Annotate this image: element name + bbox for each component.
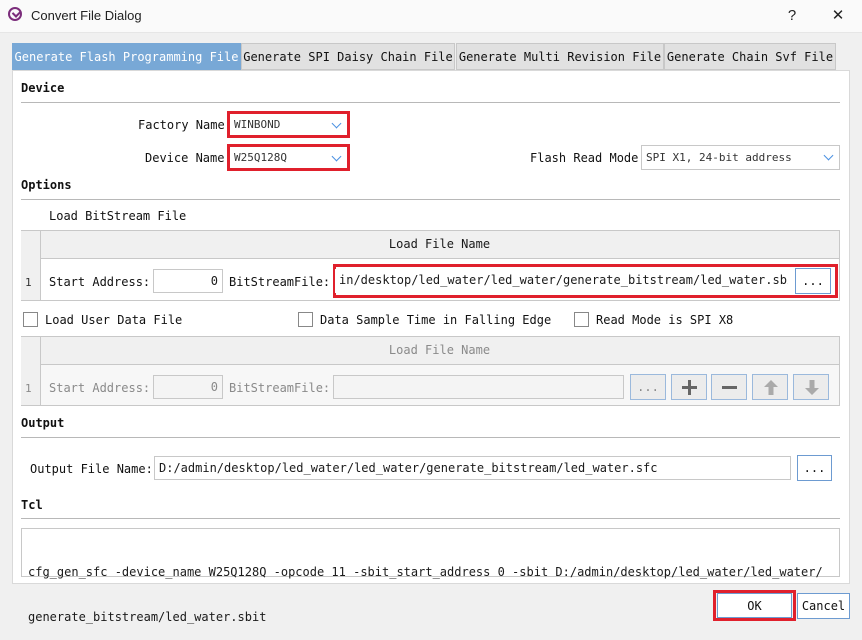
output-browse-button[interactable]: ... [797,455,832,481]
factory-name-select[interactable]: WINBOND [227,111,350,138]
user-data-grid-header: Load File Name [40,337,839,365]
close-button[interactable]: ✕ [822,4,854,28]
tcl-section-title: Tcl [21,498,43,512]
user-browse-button[interactable]: ... [630,374,666,400]
tcl-divider [21,518,840,519]
user-start-address-input[interactable]: 0 [153,375,223,399]
flash-read-mode-label: Flash Read Mode [530,151,639,165]
read-mode-x8-label: Read Mode is SPI X8 [596,313,734,327]
window-title: Convert File Dialog [31,8,142,23]
data-sample-checkbox[interactable] [298,312,313,327]
user-start-address-label: Start Address: [49,381,151,395]
remove-row-button[interactable] [711,374,747,400]
flash-read-mode-select[interactable]: SPI X1, 24-bit address [641,145,840,170]
factory-name-value: WINBOND [234,118,281,131]
tab-generate-chain-svf-file[interactable]: Generate Chain Svf File [664,43,836,70]
bitstream-row-number: 1 [25,276,32,289]
load-user-data-checkbox[interactable] [23,312,38,327]
read-mode-x8-checkbox[interactable] [574,312,589,327]
start-address-input[interactable]: 0 [153,269,223,293]
device-divider [21,102,840,103]
tab-generate-spi-daisy-chain-file[interactable]: Generate SPI Daisy Chain File [241,43,455,70]
user-row-number: 1 [25,382,32,395]
options-section-title: Options [21,178,72,192]
bitstream-file-input[interactable]: in/desktop/led_water/led_water/generate_… [335,269,788,293]
arrow-up-icon [764,380,778,395]
tab-generate-multi-revision-file[interactable]: Generate Multi Revision File [456,43,664,70]
data-sample-label: Data Sample Time in Falling Edge [320,313,552,327]
options-divider [21,199,840,200]
tcl-command-line-1: cfg_gen_sfc -device_name W25Q128Q -opcod… [28,565,823,579]
chevron-down-icon [331,118,342,129]
load-user-data-label: Load User Data File [45,313,183,327]
minus-icon [722,380,737,395]
add-row-button[interactable] [671,374,707,400]
bitstream-file-label: BitStreamFile: [229,275,331,289]
tab-generate-flash-programming-file[interactable]: Generate Flash Programming File [12,43,241,70]
app-icon [8,7,22,21]
factory-name-label: Factory Name [138,118,225,132]
plus-icon [682,380,697,395]
arrow-down-icon [805,380,819,395]
load-bitstream-label: Load BitStream File [49,209,187,223]
chevron-down-icon [331,151,342,162]
output-section-title: Output [21,416,65,430]
help-button[interactable]: ? [776,4,808,28]
move-up-button[interactable] [752,374,788,400]
bitstream-browse-button[interactable]: ... [795,268,831,294]
device-name-label: Device Name [145,151,225,165]
move-down-button[interactable] [793,374,829,400]
row-header-column [21,231,41,300]
ok-highlight [713,590,796,621]
output-divider [21,437,840,438]
output-file-name-input[interactable]: D:/admin/desktop/led_water/led_water/gen… [154,456,791,480]
chevron-down-icon [823,150,834,161]
device-section-title: Device [21,81,65,95]
user-bitstream-file-input[interactable] [333,375,624,399]
flash-read-mode-value: SPI X1, 24-bit address [646,151,792,164]
user-bitstream-file-label: BitStreamFile: [229,381,331,395]
tcl-command-box[interactable]: cfg_gen_sfc -device_name W25Q128Q -opcod… [21,528,840,624]
bitstream-grid-header: Load File Name [40,231,839,259]
output-file-name-label: Output File Name: [30,462,153,476]
device-name-value: W25Q128Q [234,151,287,164]
start-address-label: Start Address: [49,275,151,289]
device-name-select[interactable]: W25Q128Q [227,144,350,171]
cancel-button[interactable]: Cancel [797,593,850,619]
